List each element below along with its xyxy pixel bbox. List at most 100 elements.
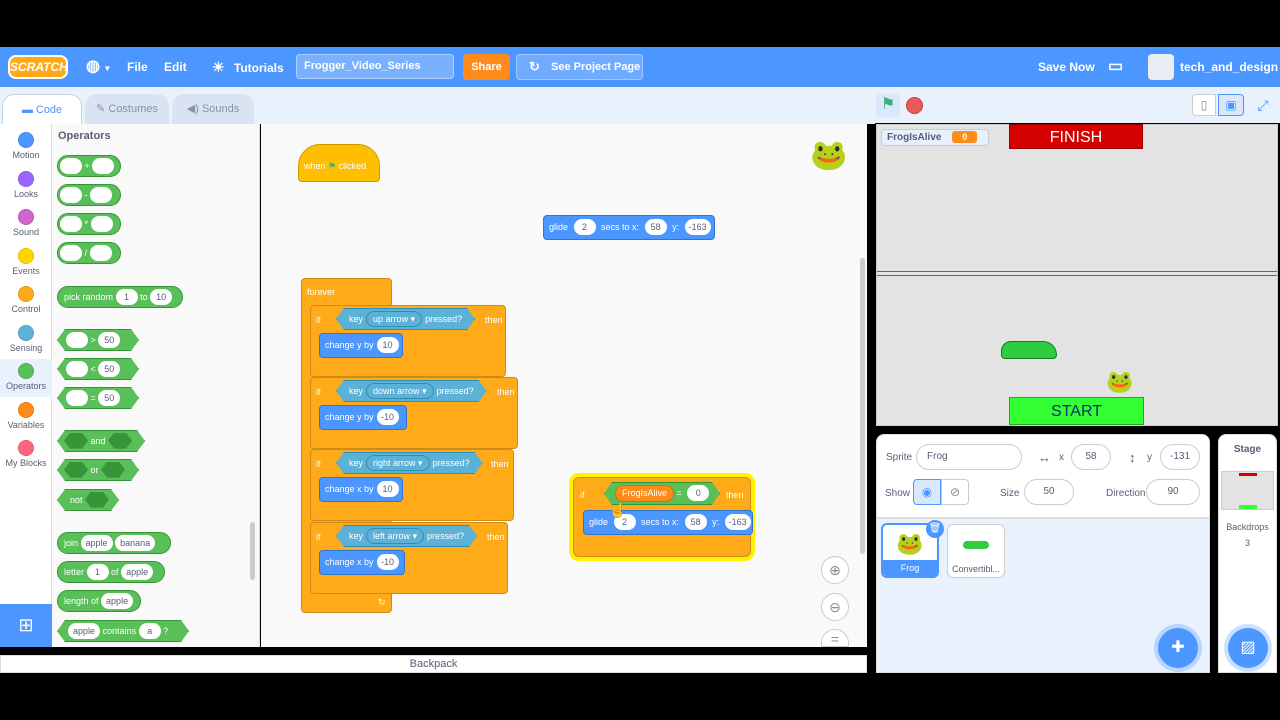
backpack[interactable]: Backpack (0, 655, 867, 673)
block-length-of[interactable]: length of apple (57, 590, 141, 612)
category-sensing[interactable]: Sensing (0, 321, 52, 359)
size-input[interactable]: 50 (1024, 479, 1074, 505)
key-pressed-block[interactable]: key up arrow ▾ pressed? (336, 308, 475, 330)
key-pressed-block[interactable]: key down arrow ▾ pressed? (336, 380, 487, 402)
change-y-input[interactable]: -10 (376, 409, 399, 425)
x-input[interactable]: 58 (1071, 444, 1111, 470)
equals-value-input[interactable]: 0 (687, 485, 709, 501)
block-pick-random[interactable]: pick random 1 to 10 (57, 286, 183, 308)
key-dropdown[interactable]: up arrow ▾ (366, 311, 422, 327)
category-events[interactable]: Events (0, 244, 52, 282)
tab-code[interactable]: ▬ Code (2, 94, 82, 124)
slot[interactable]: 1 (115, 288, 138, 305)
fullscreen-button[interactable]: ⤢ (1252, 94, 1274, 116)
glide-secs-input[interactable]: 2 (573, 219, 596, 235)
block-subtract[interactable]: - (57, 184, 121, 206)
block-divide[interactable]: / (57, 242, 121, 264)
tab-sounds[interactable]: ◀) Sounds (172, 94, 254, 124)
save-now-button[interactable]: Save Now (1038, 47, 1095, 87)
slot[interactable]: apple (80, 534, 113, 551)
account-menu[interactable]: tech_and_design ▼ (1180, 47, 1280, 113)
slot[interactable]: 50 (98, 390, 120, 406)
slot[interactable]: a (139, 623, 161, 639)
slot[interactable]: banana (115, 534, 156, 551)
block-multiply[interactable]: * (57, 213, 121, 235)
frog-sprite-icon[interactable]: 🐸 (1106, 369, 1133, 395)
category-operators[interactable]: Operators (0, 359, 52, 397)
tutorials-button[interactable]: ☀ Tutorials (212, 47, 284, 87)
add-extension-button[interactable]: ⊞ (0, 604, 52, 647)
slot[interactable]: apple (68, 623, 100, 639)
block-contains[interactable]: apple contains a ? (57, 620, 189, 642)
show-visible-button[interactable]: ◉ (913, 479, 941, 505)
glide-block[interactable]: glide 2 secs to x: 58 y: -163 (543, 215, 715, 240)
direction-input[interactable]: 90 (1146, 479, 1200, 505)
block-less-than[interactable]: < 50 (57, 358, 139, 380)
block-or[interactable]: or (57, 459, 139, 481)
sprite-name-input[interactable]: Frog (916, 444, 1022, 470)
share-button[interactable]: Share (463, 54, 510, 80)
car-sprite[interactable] (1001, 341, 1057, 359)
frog-is-alive-variable[interactable]: FrogIsAlive (615, 485, 674, 502)
change-x-block[interactable]: change x by -10 (319, 550, 405, 575)
slot[interactable]: apple (101, 592, 134, 609)
glide-y-input[interactable]: -163 (684, 219, 711, 235)
slot[interactable]: 50 (98, 332, 120, 348)
y-input[interactable]: -131 (1160, 444, 1200, 470)
category-motion[interactable]: Motion (0, 128, 52, 166)
key-dropdown[interactable]: down arrow ▾ (366, 383, 434, 399)
block-and[interactable]: and (57, 430, 145, 452)
zoom-out-button[interactable]: ⊖ (821, 593, 849, 621)
glide-x-input[interactable]: 58 (684, 514, 707, 530)
category-variables[interactable]: Variables (0, 398, 52, 436)
change-y-block[interactable]: change y by 10 (319, 333, 403, 358)
stage-canvas[interactable]: 🐸 (876, 124, 1278, 426)
key-dropdown[interactable]: left arrow ▾ (366, 528, 424, 544)
avatar[interactable] (1148, 54, 1174, 80)
block-not[interactable]: not (57, 489, 119, 511)
block-equals[interactable]: = 50 (57, 387, 139, 409)
tab-costumes[interactable]: ✎ Costumes (85, 94, 169, 124)
sprite-thumb-convertible[interactable]: Convertibl... (947, 524, 1005, 578)
slot[interactable]: 50 (98, 361, 120, 377)
show-hidden-button[interactable]: ⊘ (941, 479, 969, 505)
change-x-block[interactable]: change x by 10 (319, 477, 403, 502)
script-scrollbar[interactable] (860, 258, 865, 554)
my-stuff-folder-icon[interactable]: ▭ (1108, 47, 1123, 87)
large-stage-button[interactable]: ▣ (1218, 94, 1244, 116)
delete-sprite-button[interactable]: 🗑 (926, 520, 944, 538)
choose-backdrop-button[interactable]: ▨ (1228, 628, 1268, 668)
key-pressed-block[interactable]: key right arrow ▾ pressed? (336, 452, 483, 474)
stage-thumbnail[interactable] (1221, 471, 1274, 510)
change-y-input[interactable]: 10 (376, 337, 399, 353)
palette-scrollbar[interactable] (250, 522, 255, 580)
scratch-logo[interactable]: SCRATCH (8, 55, 68, 79)
block-letter-of[interactable]: letter 1 of apple (57, 561, 165, 583)
choose-sprite-button[interactable]: ✚ (1158, 628, 1198, 668)
glide-x-input[interactable]: 58 (644, 219, 667, 235)
category-my-blocks[interactable]: My Blocks (0, 436, 52, 474)
edit-menu[interactable]: Edit (164, 47, 187, 87)
language-menu-button[interactable]: ◍ ▼ (86, 47, 111, 87)
category-looks[interactable]: Looks (0, 167, 52, 205)
project-title-input[interactable]: Frogger_Video_Series (296, 54, 454, 79)
key-pressed-block[interactable]: key left arrow ▾ pressed? (336, 525, 477, 547)
change-x-input[interactable]: -10 (376, 554, 399, 570)
glide-y-input[interactable]: -163 (724, 514, 751, 530)
category-sound[interactable]: Sound (0, 205, 52, 243)
green-flag-button[interactable]: ⚑ (876, 93, 900, 117)
slot[interactable]: 10 (150, 288, 173, 305)
stop-button[interactable] (906, 97, 923, 114)
block-add[interactable]: + (57, 155, 121, 177)
small-stage-button[interactable]: ▯ (1192, 94, 1216, 116)
key-dropdown[interactable]: right arrow ▾ (366, 455, 430, 471)
block-greater-than[interactable]: > 50 (57, 329, 139, 351)
block-join[interactable]: join apple banana (57, 532, 171, 554)
file-menu[interactable]: File (127, 47, 148, 87)
change-x-input[interactable]: 10 (376, 481, 399, 497)
zoom-in-button[interactable]: ⊕ (821, 556, 849, 584)
variable-monitor[interactable]: FrogIsAlive 0 (881, 129, 989, 146)
slot[interactable]: apple (121, 563, 154, 580)
category-control[interactable]: Control (0, 282, 52, 320)
see-project-page-button[interactable]: ↻ See Project Page (516, 54, 643, 80)
